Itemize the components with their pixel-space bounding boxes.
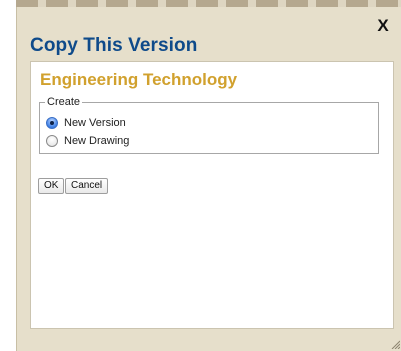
close-icon[interactable]: X <box>372 15 394 37</box>
dialog-content-panel: Engineering Technology Create New Versio… <box>30 61 394 329</box>
new-drawing-label[interactable]: New Drawing <box>64 135 129 147</box>
resize-grip-icon[interactable] <box>390 339 400 349</box>
dialog-title: Copy This Version <box>30 35 198 56</box>
create-legend: Create <box>45 95 83 109</box>
content-heading: Engineering Technology <box>40 70 238 89</box>
new-version-option[interactable]: New Version <box>46 117 126 129</box>
ok-button[interactable]: OK <box>38 178 65 194</box>
new-version-radio[interactable] <box>46 117 58 129</box>
cancel-button[interactable]: Cancel <box>65 178 109 194</box>
new-drawing-option[interactable]: New Drawing <box>46 135 129 147</box>
create-fieldset: Create New Version New Drawing <box>39 95 379 154</box>
copy-version-dialog: X Copy This Version Engineering Technolo… <box>16 7 401 351</box>
new-drawing-radio[interactable] <box>46 135 58 147</box>
new-version-label[interactable]: New Version <box>64 117 126 129</box>
